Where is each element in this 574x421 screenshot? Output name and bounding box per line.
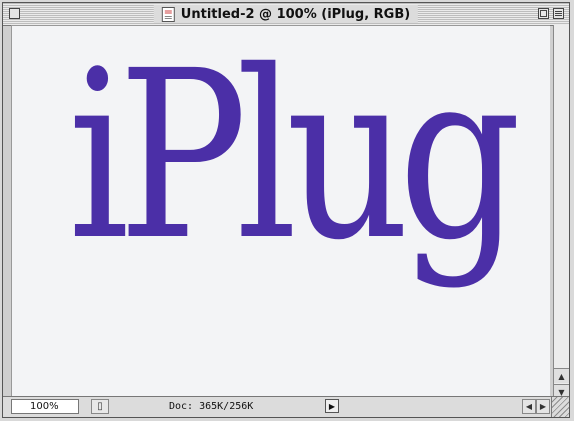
title-bar[interactable]: Untitled-2 @ 100% (iPlug, RGB) [3, 3, 569, 26]
zoom-box-icon[interactable] [538, 8, 549, 19]
resize-grip-icon[interactable] [551, 397, 569, 417]
status-menu-arrow-icon[interactable]: ▶ [325, 399, 339, 413]
status-bar: 100% ▯ Doc: 365K/256K ▶ ◀ ▶ [3, 396, 569, 417]
document-window: Untitled-2 @ 100% (iPlug, RGB) iPlug ▲ ▼… [2, 2, 570, 418]
close-box-icon[interactable] [9, 8, 20, 19]
document-canvas[interactable]: iPlug [11, 25, 550, 400]
window-title-group: Untitled-2 @ 100% (iPlug, RGB) [153, 5, 419, 23]
document-size-info: Doc: 365K/256K [169, 401, 254, 412]
document-icon [161, 6, 175, 22]
scroll-up-icon[interactable]: ▲ [554, 368, 569, 383]
page-preview-icon[interactable]: ▯ [91, 399, 109, 414]
scroll-left-icon[interactable]: ◀ [522, 399, 536, 414]
window-title: Untitled-2 @ 100% (iPlug, RGB) [180, 6, 411, 22]
iplug-logo-text: iPlug [68, 25, 522, 291]
zoom-level-field[interactable]: 100% [11, 399, 79, 414]
vertical-scrollbar[interactable]: ▲ ▼ [553, 25, 569, 399]
collapse-box-icon[interactable] [553, 8, 564, 19]
scroll-right-icon[interactable]: ▶ [536, 399, 550, 414]
